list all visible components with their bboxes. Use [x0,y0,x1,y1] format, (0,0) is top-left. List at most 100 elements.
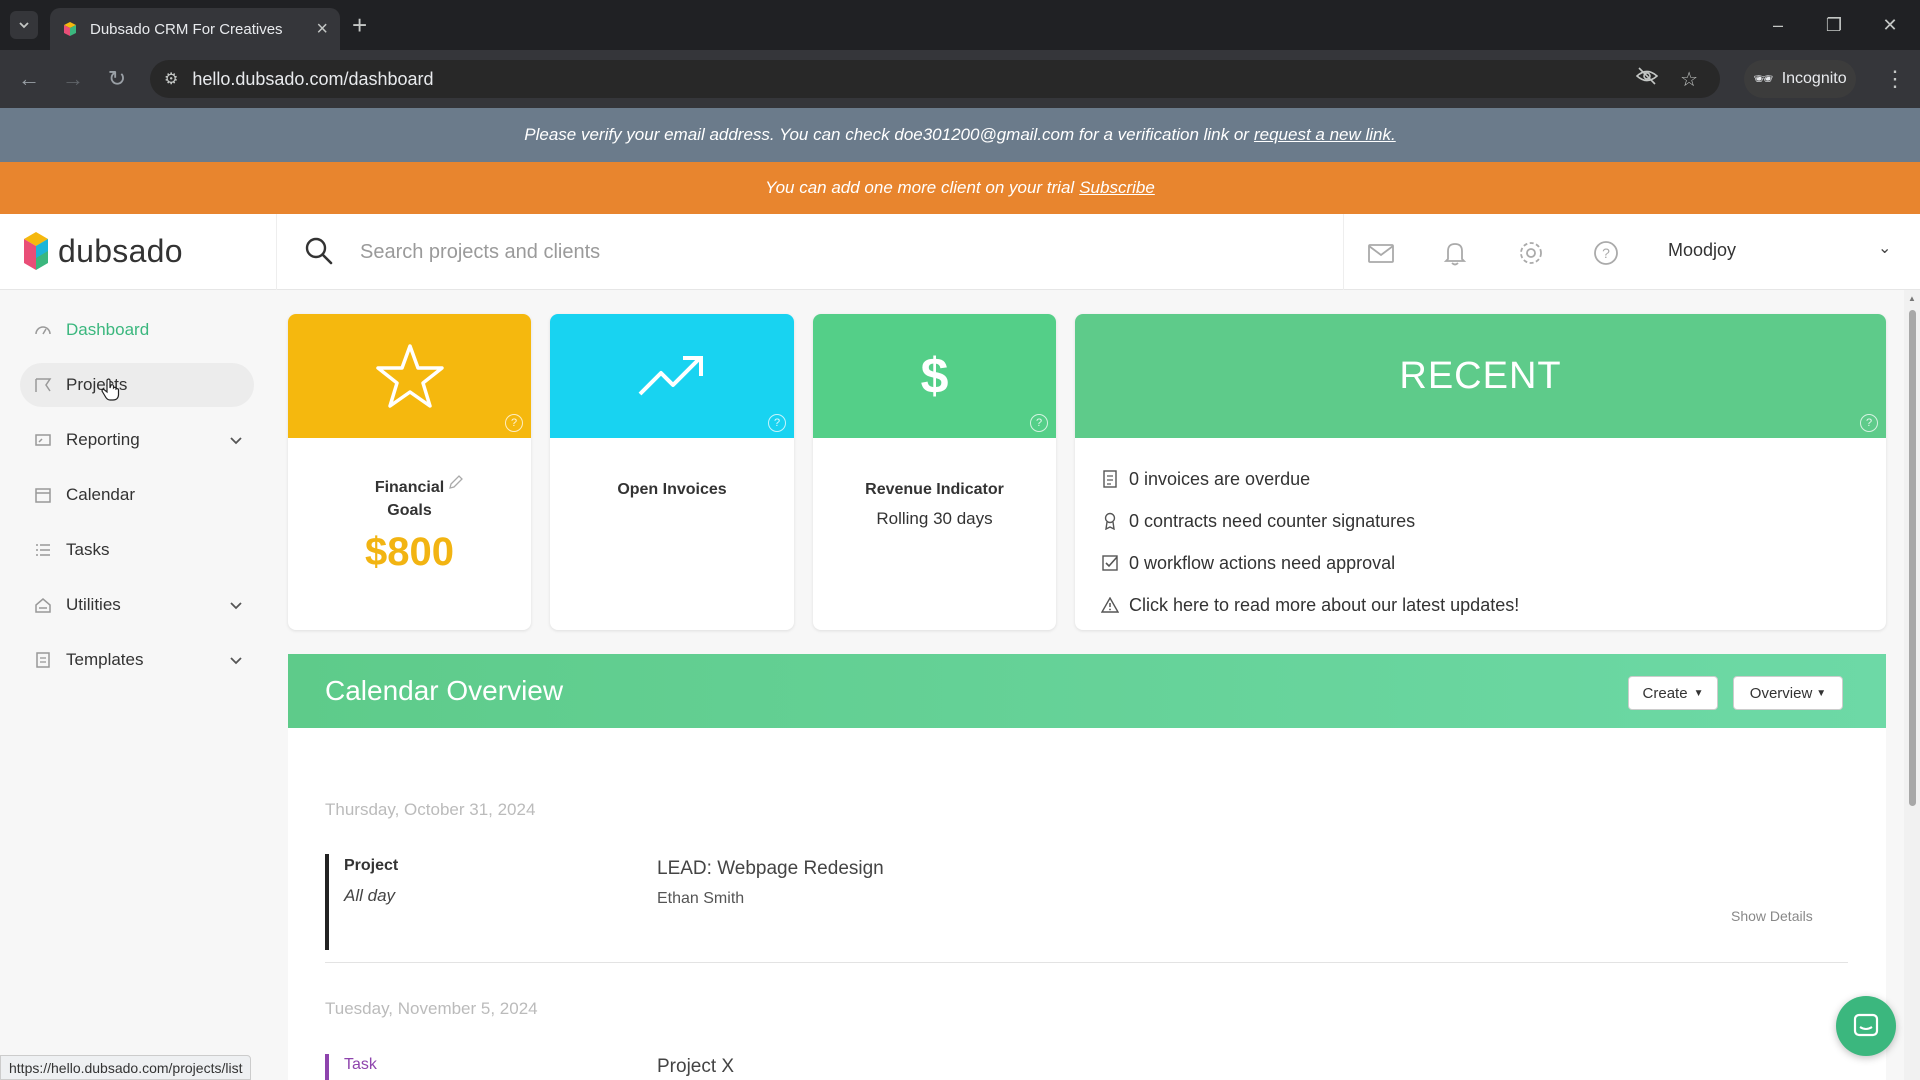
minimize-icon[interactable]: – [1758,10,1798,40]
sidebar-item-projects[interactable]: Projects [20,363,254,407]
sidebar-item-label: Reporting [66,430,140,449]
event-name[interactable]: LEAD: Webpage Redesign [657,858,884,880]
pencil-icon[interactable] [448,474,464,490]
logo-text: dubsado [58,232,183,269]
mail-icon[interactable] [1366,238,1396,268]
new-tab-icon[interactable]: + [352,10,367,40]
chat-support-button[interactable] [1836,996,1896,1056]
help-icon[interactable]: ? [1591,238,1621,268]
browser-menu-icon[interactable]: ⋮ [1884,64,1906,94]
show-details-link[interactable]: Show Details [1731,908,1813,924]
back-icon[interactable]: ← [14,64,44,94]
financial-title-line1: Financial [374,479,445,496]
scroll-up-icon[interactable]: ▲ [1908,294,1916,303]
status-bar-url: https://hello.dubsado.com/projects/list [0,1055,252,1080]
dubsado-logo-icon [24,232,48,270]
invoice-icon [1101,470,1119,488]
calendar-overview-title: Calendar Overview [325,675,564,706]
templates-icon [34,651,52,669]
event-bar [325,1054,329,1080]
close-window-icon[interactable]: ✕ [1870,10,1910,40]
recent-card: RECENT ? 0 invoices are overdue 0 contra… [1075,314,1886,630]
event-type: Task [344,1056,377,1073]
chevron-down-icon[interactable] [230,597,242,613]
recent-title: RECENT [1399,354,1562,397]
chevron-down-icon[interactable] [230,432,242,448]
header-divider [1343,214,1344,290]
browser-tab-bar: Dubsado CRM For Creatives × + – ❐ ✕ [0,0,1920,50]
overview-label: Overview [1749,684,1813,702]
incognito-badge[interactable]: 🕶 Incognito [1744,60,1856,98]
open-invoices-card[interactable]: ? Open Invoices [550,314,794,630]
calendar-overview-header: Calendar Overview Create ▼ Overview ▼ [288,654,1886,728]
event-name[interactable]: Project X [657,1056,734,1078]
tab-list-button[interactable] [10,11,38,39]
utilities-icon [34,596,52,614]
help-icon[interactable]: ? [505,414,523,432]
subscribe-link[interactable]: Subscribe [1079,178,1155,198]
chevron-down-icon[interactable]: ⌄ [1878,238,1891,258]
recent-item-text: Click here to read more about our latest… [1129,594,1520,615]
search-input[interactable] [360,234,1320,270]
revenue-card-header: $ ? [813,314,1056,438]
bookmark-star-icon[interactable]: ☆ [1680,67,1698,92]
help-icon[interactable]: ? [1030,414,1048,432]
create-button[interactable]: Create ▼ [1628,676,1718,710]
scrollbar-thumb[interactable] [1909,310,1916,806]
recent-card-header: RECENT ? [1075,314,1886,438]
dubsado-logo[interactable]: dubsado [22,230,183,272]
bell-icon[interactable] [1440,238,1470,268]
sidebar-item-templates[interactable]: Templates [20,638,254,682]
financial-goals-card[interactable]: ? Financial Goals $800 [288,314,531,630]
site-settings-icon[interactable]: ⚙ [164,69,178,89]
star-icon [375,344,444,408]
recent-item-updates[interactable]: Click here to read more about our latest… [1101,584,1862,626]
trending-up-icon [638,356,703,396]
event-time: All day [344,886,396,905]
checkbox-icon [1101,554,1119,572]
gear-icon[interactable] [1516,238,1546,268]
verify-email-banner: Please verify your email address. You ca… [0,108,1920,162]
eye-off-icon[interactable] [1635,67,1659,91]
chevron-down-icon[interactable] [230,652,242,668]
sidebar-item-label: Calendar [66,485,135,504]
browser-tab[interactable]: Dubsado CRM For Creatives × [50,8,340,50]
user-name[interactable]: Moodjoy [1668,240,1736,261]
request-new-link[interactable]: request a new link. [1254,125,1396,145]
financial-goal-amount: $800 [365,530,454,574]
revenue-indicator-card[interactable]: $ ? Revenue Indicator Rolling 30 days [813,314,1056,630]
sidebar-item-dashboard[interactable]: Dashboard [20,308,254,352]
forward-icon[interactable]: → [58,64,88,94]
projects-icon [34,376,52,394]
dashboard-icon [34,321,52,339]
help-icon[interactable]: ? [768,414,786,432]
sidebar-item-label: Tasks [66,540,110,559]
recent-item-workflow[interactable]: 0 workflow actions need approval [1101,542,1862,584]
event-client[interactable]: Ethan Smith [657,890,744,908]
financial-title-line2: Goals [387,502,432,519]
overview-button[interactable]: Overview ▼ [1733,676,1843,710]
invoices-card-header: ? [550,314,794,438]
revenue-indicator-subtitle: Rolling 30 days [876,509,993,528]
verify-text: Please verify your email address. You ca… [524,125,1249,144]
restore-icon[interactable]: ❐ [1814,10,1854,40]
tab-close-icon[interactable]: × [316,19,328,39]
search-icon[interactable] [304,236,334,266]
trial-banner: You can add one more client on your tria… [0,162,1920,214]
address-bar[interactable]: ⚙ hello.dubsado.com/dashboard ☆ [150,60,1720,98]
sidebar-item-utilities[interactable]: Utilities [20,583,254,627]
help-icon[interactable]: ? [1860,414,1878,432]
recent-item-text: 0 contracts need counter signatures [1129,510,1416,531]
sidebar-item-calendar[interactable]: Calendar [20,473,254,517]
sidebar-item-reporting[interactable]: Reporting [20,418,254,462]
event-bar [325,854,329,950]
dubsado-favicon-icon [64,22,76,36]
reload-icon[interactable]: ↻ [102,64,132,94]
hand-cursor-icon [101,378,120,401]
sidebar: Dashboard Projects Reporting Calendar Ta… [0,290,276,1080]
recent-item-invoices[interactable]: 0 invoices are overdue [1101,458,1862,500]
recent-item-contracts[interactable]: 0 contracts need counter signatures [1101,500,1862,542]
tab-title: Dubsado CRM For Creatives [90,20,283,38]
sidebar-item-tasks[interactable]: Tasks [20,528,254,572]
recent-list: 0 invoices are overdue 0 contracts need … [1075,438,1886,626]
